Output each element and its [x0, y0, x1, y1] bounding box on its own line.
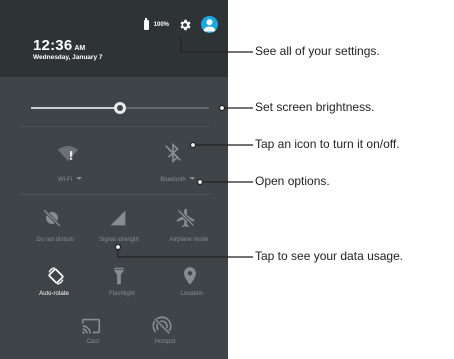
tile-label-wifi: Wi-Fi: [58, 177, 72, 183]
clock: 12:36 AM: [33, 37, 85, 55]
annotation-brightness: Set screen brightness.: [255, 100, 375, 114]
tile-cast[interactable]: Cast: [87, 339, 99, 345]
tile-location[interactable]: Location: [181, 291, 204, 297]
battery-icon: [143, 17, 149, 30]
clock-time: 12:36: [33, 37, 73, 54]
tile-auto-rotate[interactable]: Auto-rotate: [39, 291, 69, 297]
battery-indicator: 100%: [143, 17, 169, 30]
annotation-settings: See all of your settings.: [255, 44, 380, 58]
tile-do-not-disturb[interactable]: Do not disturb: [36, 237, 73, 243]
brightness-thumb[interactable]: [114, 102, 126, 114]
flashlight-icon[interactable]: [108, 265, 130, 287]
tile-wifi[interactable]: Wi-Fi: [58, 177, 82, 183]
tile-signal-strength[interactable]: Signal strength: [99, 237, 139, 243]
cast-icon[interactable]: [80, 315, 102, 337]
tile-hotspot[interactable]: Hotspot: [155, 339, 176, 345]
chevron-down-icon[interactable]: [189, 177, 196, 180]
wifi-icon[interactable]: [57, 142, 79, 164]
annotation-toggle: Tap an icon to turn it on/off.: [255, 137, 400, 151]
brightness-slider[interactable]: [31, 102, 209, 114]
tile-label-bluetooth: Bluetooth: [160, 177, 186, 183]
annotation-options: Open options.: [255, 174, 330, 188]
notification-header: 100% 12:36 AM Wednesday, January 7: [0, 0, 228, 77]
tile-flashlight[interactable]: Flashlight: [109, 291, 135, 297]
annotation-data-usage: Tap to see your data usage.: [255, 249, 404, 263]
tile-bluetooth[interactable]: Bluetooth: [160, 177, 196, 183]
quick-settings-panel: 100% 12:36 AM Wednesday, January 7 Wi-Fi…: [0, 0, 228, 359]
auto-rotate-icon[interactable]: [45, 265, 67, 287]
bluetooth-off-icon[interactable]: [162, 142, 184, 164]
status-bar: 100%: [143, 16, 218, 33]
airplane-icon[interactable]: [175, 207, 197, 229]
row-divider: [20, 126, 210, 127]
chevron-down-icon[interactable]: [76, 177, 82, 180]
gear-icon[interactable]: [178, 18, 192, 32]
hotspot-icon[interactable]: [151, 315, 173, 337]
clock-date: Wednesday, January 7: [33, 54, 103, 61]
signal-strength-icon[interactable]: [107, 207, 129, 229]
do-not-disturb-icon[interactable]: [41, 207, 63, 229]
profile-avatar[interactable]: [201, 16, 218, 33]
clock-ampm: AM: [74, 45, 86, 52]
person-icon: [203, 19, 216, 32]
location-icon[interactable]: [179, 265, 201, 287]
brightness-fill: [31, 107, 120, 109]
battery-percent: 100%: [153, 21, 169, 28]
row-divider: [20, 194, 210, 195]
tile-airplane-mode[interactable]: Airplane mode: [170, 237, 209, 243]
